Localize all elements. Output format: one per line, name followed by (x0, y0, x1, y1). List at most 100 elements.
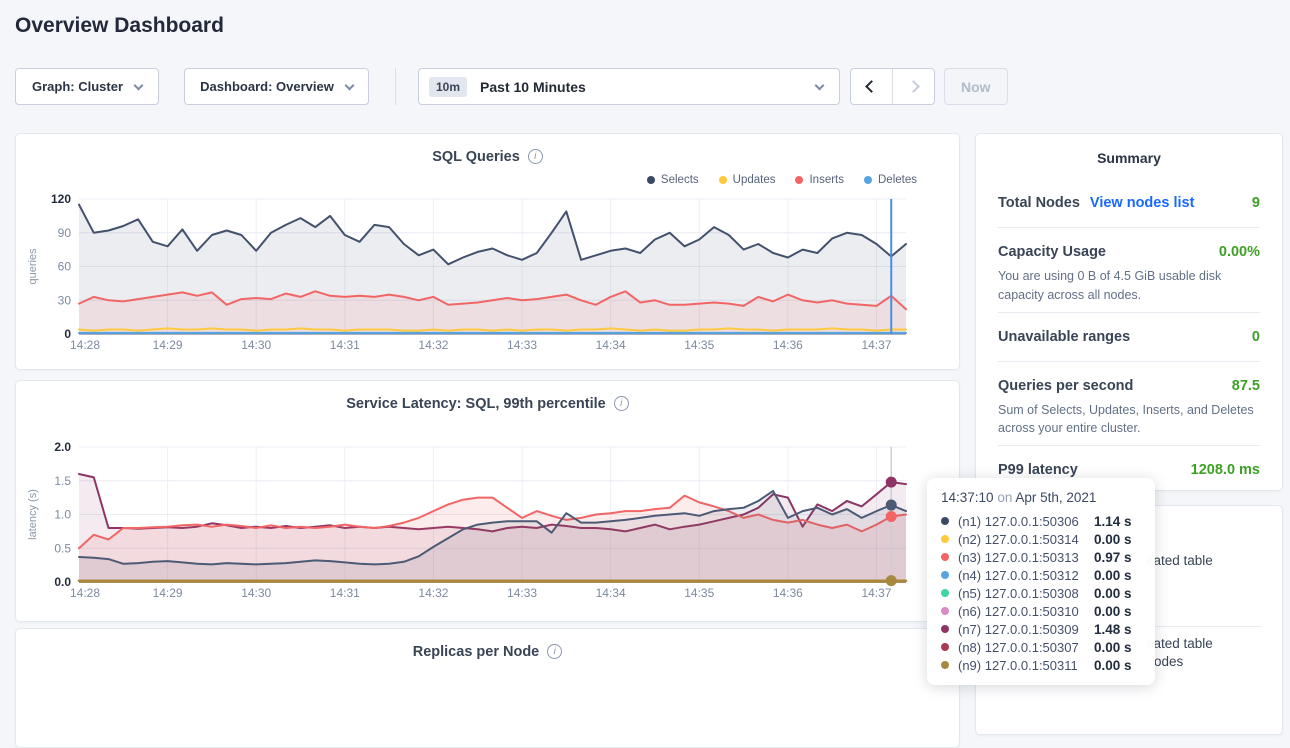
tooltip-node-rows: (n1) 127.0.0.1:503061.14 s(n2) 127.0.0.1… (941, 512, 1141, 674)
svg-text:0.0: 0.0 (54, 575, 71, 589)
event-item-text[interactable]: eated table (1146, 553, 1213, 568)
node-address: (n9) 127.0.0.1:50311 (958, 658, 1078, 673)
chevron-down-icon (815, 80, 825, 90)
dashboard-dropdown[interactable]: Dashboard: Overview (184, 68, 369, 105)
svg-text:14:33: 14:33 (507, 338, 537, 352)
node-latency-value: 1.48 s (1094, 622, 1141, 637)
sql-queries-card: SQL Queriesi SelectsUpdatesInsertsDelete… (15, 133, 960, 370)
dashboard-dropdown-label: Dashboard: Overview (200, 79, 334, 94)
svg-text:14:29: 14:29 (153, 338, 183, 352)
prev-range-button[interactable] (851, 69, 893, 104)
event-item-text[interactable]: eated table (1146, 636, 1213, 651)
tooltip-node-row: (n8) 127.0.0.1:50307 0.00 s (941, 638, 1141, 656)
capacity-usage-label: Capacity Usage (998, 244, 1106, 260)
node-color-dot (941, 517, 949, 525)
node-color-dot (941, 553, 949, 561)
replicas-chart-title: Replicas per Node (413, 644, 540, 660)
svg-text:14:37: 14:37 (861, 586, 891, 600)
svg-text:14:30: 14:30 (241, 586, 271, 600)
svg-text:14:28: 14:28 (70, 338, 100, 352)
event-item-text[interactable]: odes (1154, 654, 1183, 669)
svg-text:14:31: 14:31 (330, 586, 360, 600)
tooltip-time: 14:37:10 (941, 490, 994, 505)
svg-text:0: 0 (64, 327, 71, 341)
tooltip-node-row: (n2) 127.0.0.1:50314 0.00 s (941, 530, 1141, 548)
svg-text:14:34: 14:34 (596, 338, 626, 352)
svg-text:14:37: 14:37 (861, 338, 891, 352)
svg-text:2.0: 2.0 (54, 440, 71, 454)
tooltip-node-row: (n9) 127.0.0.1:50311 0.00 s (941, 656, 1141, 674)
info-icon[interactable]: i (547, 644, 562, 659)
chevron-down-icon (134, 80, 144, 90)
capacity-usage-description: You are using 0 B of 4.5 GiB usable disk… (998, 267, 1260, 305)
service-latency-chart[interactable]: 14:2814:2914:3014:3114:3214:3314:3414:35… (16, 381, 961, 623)
chevron-left-icon (865, 80, 878, 93)
svg-text:14:35: 14:35 (684, 586, 714, 600)
svg-text:30: 30 (58, 293, 72, 307)
svg-text:14:32: 14:32 (418, 338, 448, 352)
svg-text:14:31: 14:31 (330, 338, 360, 352)
svg-text:14:36: 14:36 (773, 586, 803, 600)
svg-text:14:32: 14:32 (418, 586, 448, 600)
node-address: (n4) 127.0.0.1:50312 (958, 568, 1079, 583)
node-color-dot (941, 589, 949, 597)
node-address: (n5) 127.0.0.1:50308 (958, 586, 1079, 601)
sql-queries-chart[interactable]: 14:28 14:29 14:30 14:31 14:32 14:33 14:34 14:35… (16, 134, 961, 371)
p99-latency-value: 1208.0 ms (1191, 462, 1260, 478)
replicas-per-node-card: Replicas per Node i (15, 628, 960, 748)
summary-row-capacity: Capacity Usage 0.00% (998, 235, 1260, 269)
node-latency-value: 0.00 s (1094, 658, 1141, 673)
svg-text:0.5: 0.5 (54, 541, 71, 555)
svg-text:1.5: 1.5 (54, 474, 71, 488)
page-title: Overview Dashboard (15, 14, 224, 38)
capacity-usage-value: 0.00% (1219, 244, 1260, 260)
time-range-label: Past 10 Minutes (480, 79, 586, 95)
view-nodes-list-link[interactable]: View nodes list (1090, 195, 1195, 211)
node-address: (n6) 127.0.0.1:50310 (958, 604, 1079, 619)
node-address: (n3) 127.0.0.1:50313 (958, 550, 1079, 565)
node-address: (n2) 127.0.0.1:50314 (958, 532, 1079, 547)
queries-per-second-description: Sum of Selects, Updates, Inserts, and De… (998, 401, 1260, 439)
svg-text:14:34: 14:34 (596, 586, 626, 600)
summary-row-qps: Queries per second 87.5 (998, 369, 1260, 403)
summary-row-total-nodes: Total Nodes View nodes list 9 (998, 186, 1260, 220)
service-latency-card: Service Latency: SQL, 99th percentilei 1… (15, 380, 960, 622)
node-color-dot (941, 661, 949, 669)
svg-text:90: 90 (58, 226, 72, 240)
node-color-dot (941, 625, 949, 633)
queries-per-second-label: Queries per second (998, 378, 1133, 394)
node-address: (n1) 127.0.0.1:50306 (958, 514, 1079, 529)
next-range-button[interactable] (893, 69, 935, 104)
svg-text:14:35: 14:35 (684, 338, 714, 352)
time-nav-group (850, 68, 935, 105)
chevron-down-icon (344, 80, 354, 90)
tooltip-on: on (997, 490, 1012, 505)
total-nodes-label: Total Nodes (998, 195, 1080, 211)
tooltip-timestamp: 14:37:10 on Apr 5th, 2021 (941, 490, 1141, 505)
svg-text:14:30: 14:30 (241, 338, 271, 352)
divider (998, 361, 1260, 362)
node-latency-value: 1.14 s (1094, 514, 1141, 529)
chart-hover-tooltip: 14:37:10 on Apr 5th, 2021 (n1) 127.0.0.1… (927, 478, 1155, 685)
node-latency-value: 0.00 s (1094, 532, 1141, 547)
node-latency-value: 0.00 s (1094, 586, 1141, 601)
tooltip-node-row: (n6) 127.0.0.1:50310 0.00 s (941, 602, 1141, 620)
svg-text:14:28: 14:28 (70, 586, 100, 600)
node-address: (n8) 127.0.0.1:50307 (958, 640, 1079, 655)
svg-text:latency (s): latency (s) (27, 489, 39, 540)
node-latency-value: 0.97 s (1094, 550, 1141, 565)
tooltip-date: Apr 5th, 2021 (1015, 490, 1096, 505)
svg-text:14:36: 14:36 (773, 338, 803, 352)
summary-title: Summary (998, 150, 1260, 166)
queries-per-second-value: 87.5 (1232, 378, 1260, 394)
unavailable-ranges-value: 0 (1252, 329, 1260, 345)
graph-dropdown[interactable]: Graph: Cluster (15, 68, 159, 105)
summary-row-unavailable: Unavailable ranges 0 (998, 320, 1260, 354)
now-button[interactable]: Now (944, 68, 1008, 105)
time-range-dropdown[interactable]: 10m Past 10 Minutes (418, 68, 840, 105)
node-latency-value: 0.00 s (1094, 604, 1141, 619)
total-nodes-value: 9 (1252, 195, 1260, 211)
summary-panel: Summary Total Nodes View nodes list 9 Ca… (975, 133, 1283, 491)
divider (998, 445, 1260, 446)
node-latency-value: 0.00 s (1094, 640, 1141, 655)
